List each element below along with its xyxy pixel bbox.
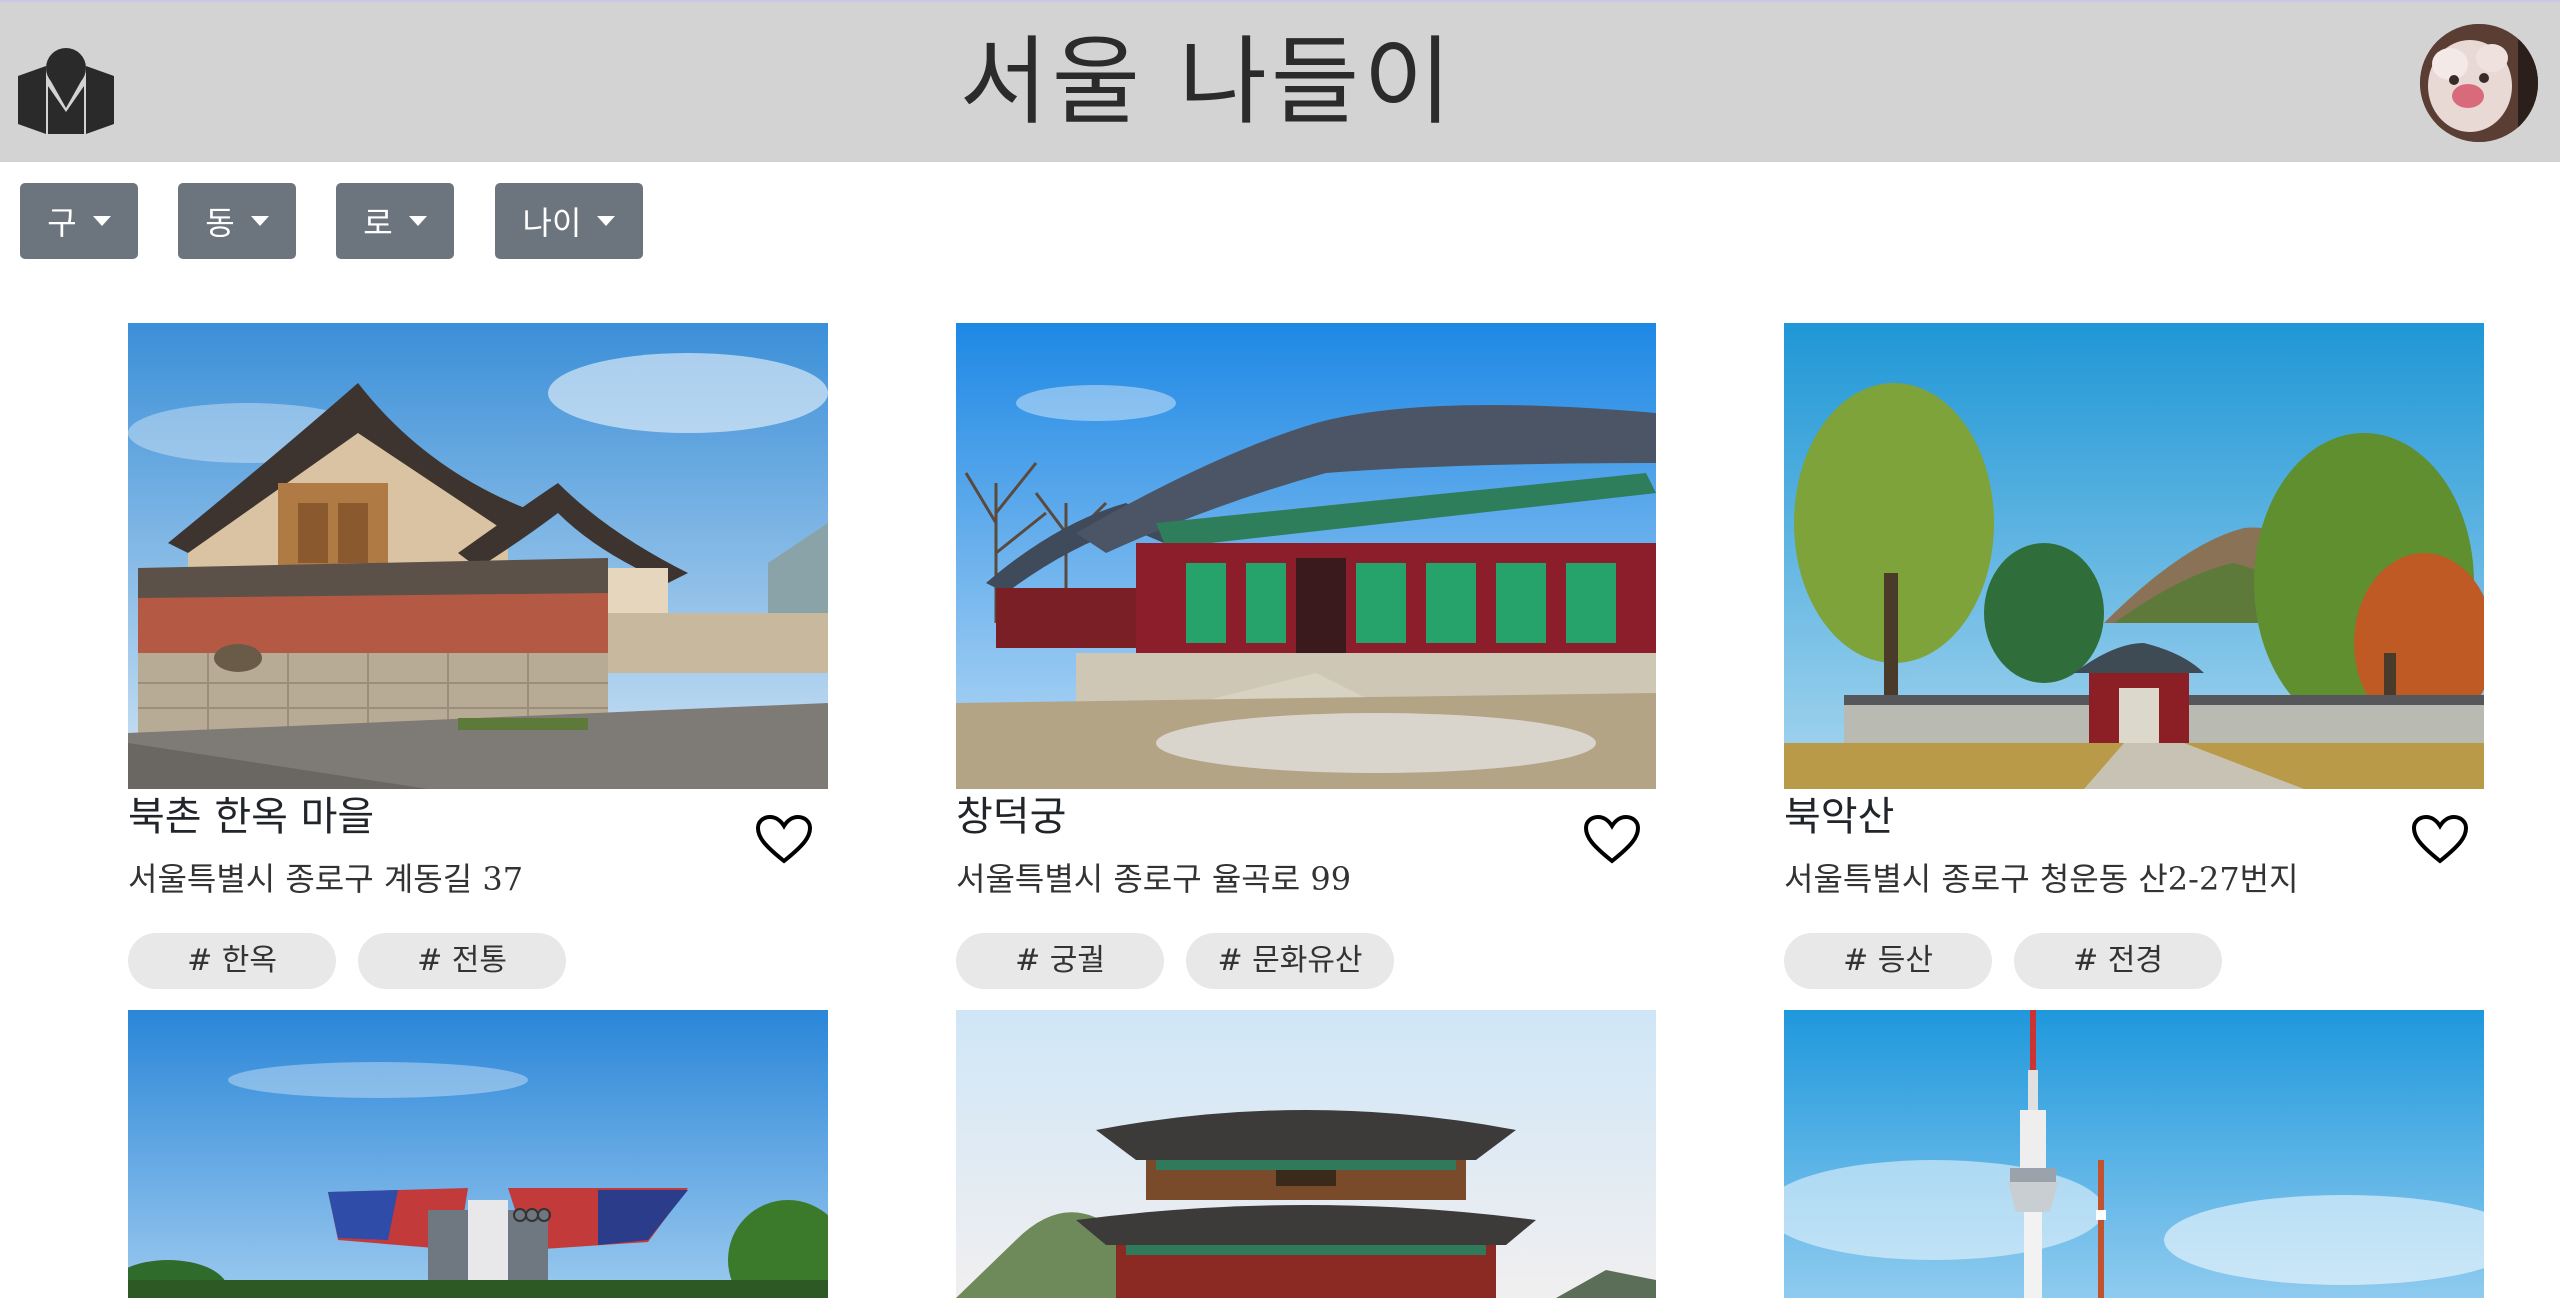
filter-label: 로 (363, 204, 393, 242)
olympic-peace-gate-photo[interactable] (128, 1010, 828, 1298)
n-seoul-tower-photo[interactable] (1784, 1010, 2484, 1298)
tag-chip[interactable]: # 문화유산 (1186, 933, 1394, 989)
place-address: 서울특별시 종로구 계동길 37 (128, 860, 524, 898)
filter-gu-dropdown[interactable]: 구 (20, 183, 138, 259)
filter-label: 동 (205, 204, 235, 242)
caret-down-icon (250, 216, 269, 226)
app-header: 서울 나들이 (0, 2, 2560, 162)
caret-down-icon (92, 216, 111, 226)
bukaksan-mountain-photo[interactable] (1784, 323, 2484, 789)
hanok-village-photo[interactable] (128, 323, 828, 789)
caret-down-icon (408, 216, 427, 226)
filter-dong-dropdown[interactable]: 동 (178, 183, 296, 259)
user-avatar[interactable] (2420, 24, 2538, 142)
tag-chip[interactable]: # 한옥 (128, 933, 336, 989)
heart-icon[interactable] (756, 815, 812, 865)
filter-label: 구 (47, 204, 77, 242)
place-name: 창덕궁 (956, 794, 1067, 840)
heart-icon[interactable] (2412, 815, 2468, 865)
heart-icon[interactable] (1584, 815, 1640, 865)
place-address: 서울특별시 종로구 청운동 산2-27번지 (1784, 860, 2299, 898)
place-name: 북악산 (1784, 794, 1895, 840)
gyeongbokgung-gate-photo[interactable] (956, 1010, 1656, 1298)
caret-down-icon (597, 216, 616, 226)
tag-chip[interactable]: # 궁궐 (956, 933, 1164, 989)
tag-chip[interactable]: # 전통 (358, 933, 566, 989)
place-name: 북촌 한옥 마을 (128, 794, 375, 840)
page-title: 서울 나들이 (959, 26, 1456, 138)
filter-ro-dropdown[interactable]: 로 (336, 183, 454, 259)
filter-label: 나이 (522, 204, 582, 242)
filter-age-dropdown[interactable]: 나이 (495, 183, 643, 259)
place-address: 서울특별시 종로구 율곡로 99 (956, 860, 1352, 898)
page: 서울 나들이 구 동 로 나이 북촌 한옥 마을 서울특별시 종로구 계동길 3… (0, 0, 2560, 1298)
changdeokgung-palace-photo[interactable] (956, 323, 1656, 789)
tag-chip[interactable]: # 전경 (2014, 933, 2222, 989)
tag-chip[interactable]: # 등산 (1784, 933, 1992, 989)
